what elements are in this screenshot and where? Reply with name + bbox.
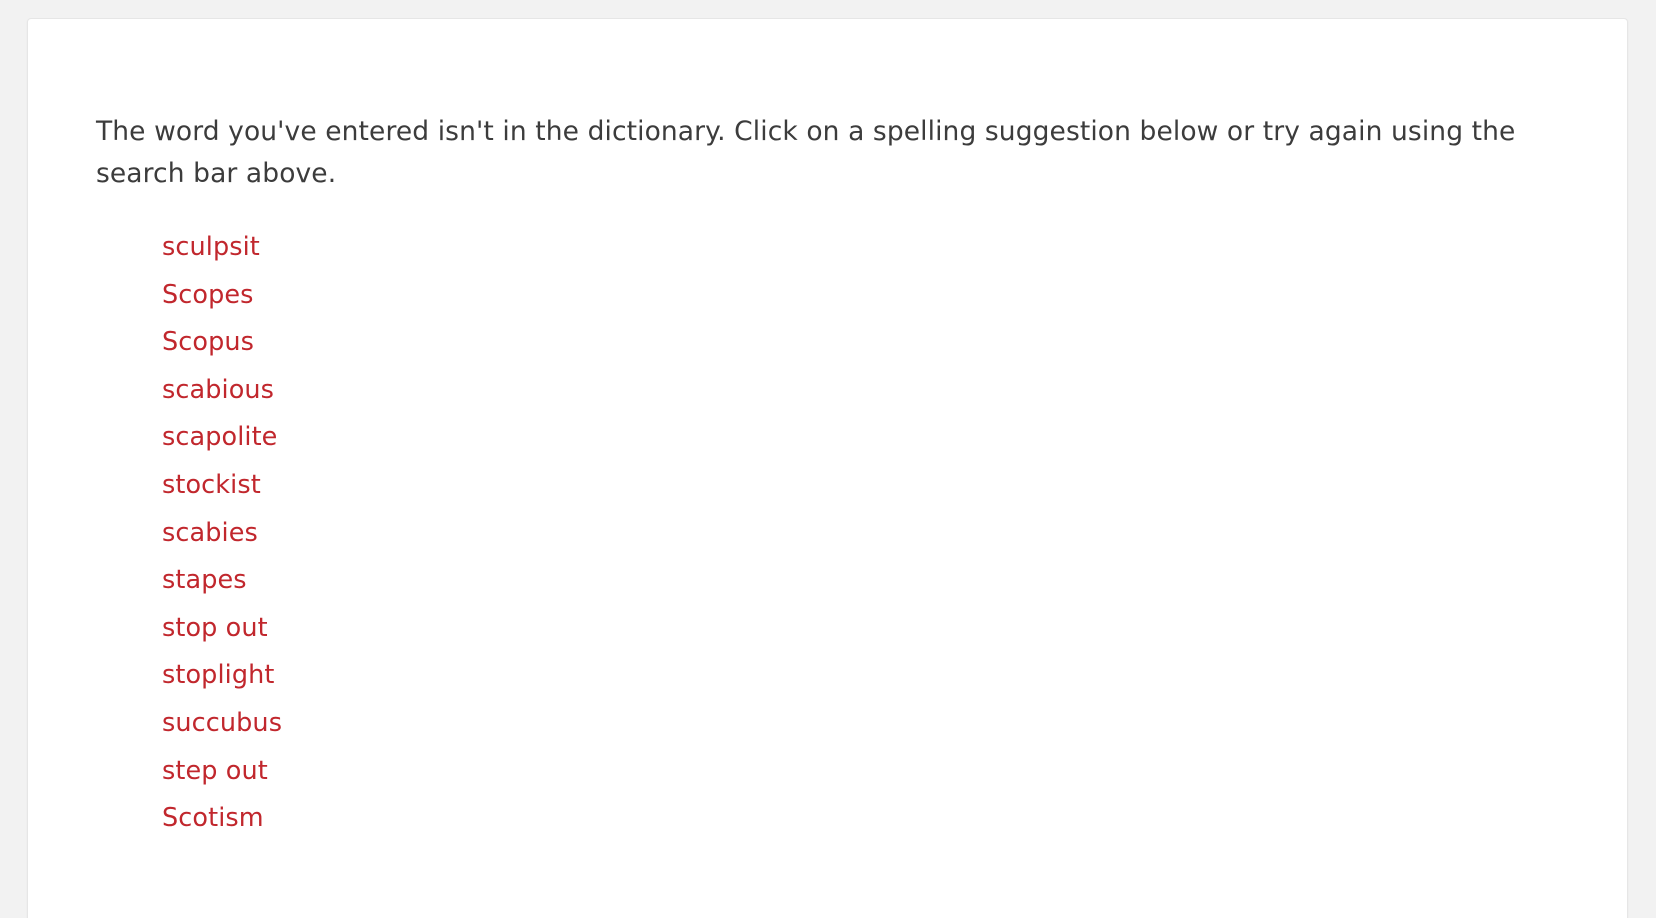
suggestion-link[interactable]: step out: [162, 749, 268, 795]
list-item: stockist: [162, 463, 1567, 511]
list-item: scapolite: [162, 415, 1567, 463]
list-item: scabies: [162, 511, 1567, 559]
list-item: stoplight: [162, 653, 1567, 701]
result-card: The word you've entered isn't in the dic…: [27, 18, 1628, 918]
suggestion-link[interactable]: stoplight: [162, 653, 275, 699]
suggestion-link[interactable]: scapolite: [162, 415, 277, 461]
suggestion-link[interactable]: sculpsit: [162, 225, 260, 271]
list-item: stop out: [162, 606, 1567, 654]
suggestion-link[interactable]: scabies: [162, 511, 258, 557]
spelling-suggestion-list: sculpsit Scopes Scopus scabious scapolit…: [68, 195, 1567, 844]
suggestion-link[interactable]: Scopus: [162, 320, 254, 366]
no-results-notice: The word you've entered isn't in the dic…: [96, 116, 1516, 189]
list-item: sculpsit: [162, 225, 1567, 273]
suggestion-link[interactable]: stockist: [162, 463, 261, 509]
suggestion-link[interactable]: Scopes: [162, 273, 254, 319]
suggestion-link[interactable]: succubus: [162, 701, 282, 747]
suggestion-link[interactable]: scabious: [162, 368, 274, 414]
list-item: scabious: [162, 368, 1567, 416]
suggestion-link[interactable]: Scotism: [162, 796, 264, 842]
list-item: succubus: [162, 701, 1567, 749]
spelling-suggestions-page: The word you've entered isn't in the dic…: [0, 0, 1656, 918]
list-item: step out: [162, 749, 1567, 797]
list-item: Scopes: [162, 273, 1567, 321]
list-item: Scotism: [162, 796, 1567, 844]
list-item: stapes: [162, 558, 1567, 606]
suggestion-link[interactable]: stapes: [162, 558, 247, 604]
card-content: The word you've entered isn't in the dic…: [28, 19, 1627, 844]
suggestion-link[interactable]: stop out: [162, 606, 268, 652]
list-item: Scopus: [162, 320, 1567, 368]
